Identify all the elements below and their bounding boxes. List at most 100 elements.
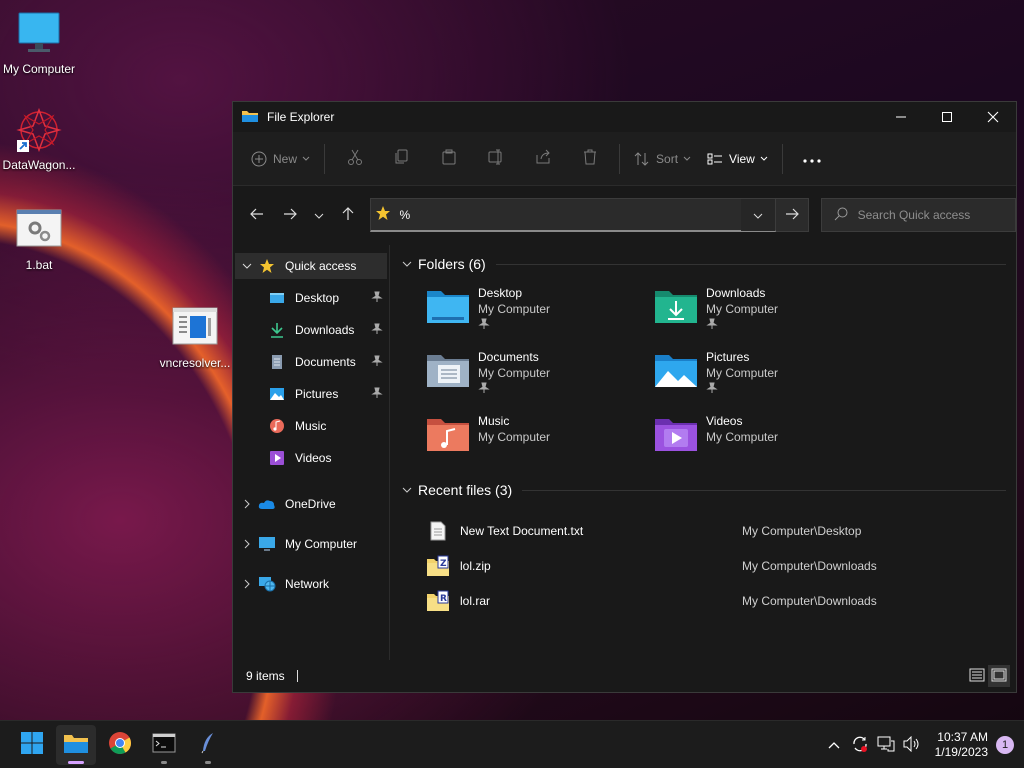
- rename-button[interactable]: [472, 143, 519, 175]
- chevron-right-icon[interactable]: [237, 539, 257, 549]
- folder-tile-pictures[interactable]: Pictures My Computer: [654, 345, 882, 409]
- start-button[interactable]: [12, 725, 52, 765]
- address-text[interactable]: %: [399, 208, 410, 222]
- sync-status-button[interactable]: [847, 735, 873, 756]
- sidebar-item-label: Quick access: [285, 259, 357, 273]
- search-icon: [834, 207, 848, 224]
- folder-tile-downloads[interactable]: Downloads My Computer: [654, 281, 882, 345]
- search-box[interactable]: [820, 198, 1016, 232]
- folder-tile-desktop[interactable]: Desktop My Computer: [426, 281, 654, 345]
- sidebar-item-onedrive[interactable]: OneDrive: [235, 491, 387, 517]
- title-bar[interactable]: File Explorer: [233, 102, 1016, 132]
- address-dropdown-button[interactable]: [740, 199, 775, 231]
- svg-text:Z: Z: [440, 559, 447, 569]
- folder-tile-videos[interactable]: Videos My Computer: [654, 409, 882, 473]
- address-bar[interactable]: %: [370, 198, 776, 232]
- notification-badge[interactable]: 1: [996, 736, 1014, 754]
- folder-app-icon: [241, 108, 259, 127]
- share-button[interactable]: [519, 143, 566, 175]
- pin-icon: [478, 318, 550, 333]
- show-hidden-icons-button[interactable]: [821, 738, 847, 752]
- sidebar-item-pictures[interactable]: Pictures: [235, 381, 387, 407]
- arrow-left-icon: [250, 208, 264, 223]
- go-button[interactable]: [775, 198, 809, 232]
- folder-name: Downloads: [706, 286, 766, 300]
- more-options-button[interactable]: [789, 143, 836, 175]
- copy-button[interactable]: [378, 143, 425, 175]
- folder-name: Desktop: [478, 286, 523, 300]
- list-item[interactable]: New Text Document.txt My Computer\Deskto…: [426, 513, 1016, 548]
- folder-name: Videos: [706, 414, 743, 428]
- view-button-label: View: [729, 151, 755, 166]
- maximize-button[interactable]: [924, 102, 970, 132]
- recent-locations-button[interactable]: [307, 200, 332, 230]
- volume-button[interactable]: [899, 735, 925, 755]
- new-button[interactable]: New: [243, 143, 318, 175]
- list-item[interactable]: R lol.rar My Computer\Downloads: [426, 583, 1016, 618]
- sidebar-item-my-computer[interactable]: My Computer: [235, 531, 387, 557]
- speaker-icon: [903, 735, 921, 755]
- chevron-down-icon[interactable]: [237, 263, 257, 269]
- delete-button[interactable]: [566, 143, 613, 175]
- taskbar-chrome[interactable]: [100, 725, 140, 765]
- recent-files-section-header[interactable]: Recent files (3): [398, 477, 1016, 503]
- documents-folder-icon: [426, 351, 470, 391]
- network-status-button[interactable]: [873, 736, 899, 755]
- view-button[interactable]: View: [699, 143, 776, 175]
- chevron-down-icon[interactable]: [398, 261, 416, 267]
- taskbar-terminal[interactable]: [144, 725, 184, 765]
- folders-section-title: Folders (6): [418, 256, 486, 272]
- recent-files-list: New Text Document.txt My Computer\Deskto…: [426, 513, 1016, 618]
- folder-tile-music[interactable]: Music My Computer: [426, 409, 654, 473]
- details-view-button[interactable]: [966, 665, 988, 687]
- sidebar-item-downloads[interactable]: Downloads: [235, 317, 387, 343]
- rar-archive-icon: R: [426, 589, 450, 613]
- clock[interactable]: 10:37 AM 1/19/2023: [935, 730, 988, 760]
- windows-logo-icon: [20, 731, 44, 758]
- forward-button[interactable]: [274, 200, 307, 230]
- back-button[interactable]: [241, 200, 274, 230]
- navigation-pane: Quick access Desktop Downloads Documents…: [233, 245, 390, 660]
- taskbar: 10:37 AM 1/19/2023 1: [0, 720, 1024, 768]
- minimize-button[interactable]: [878, 102, 924, 132]
- clock-date: 1/19/2023: [934, 745, 988, 759]
- monitor-icon: [15, 10, 63, 58]
- desktop-icon-my-computer[interactable]: My Computer: [0, 10, 78, 76]
- sidebar-item-documents[interactable]: Documents: [235, 349, 387, 375]
- taskbar-file-explorer[interactable]: [56, 724, 96, 765]
- chevron-right-icon[interactable]: [237, 579, 257, 589]
- list-item[interactable]: Z lol.zip My Computer\Downloads: [426, 548, 1016, 583]
- taskbar-pen-app[interactable]: [188, 725, 228, 765]
- sidebar-item-network[interactable]: Network: [235, 571, 387, 597]
- rename-icon: [488, 149, 504, 168]
- content-pane: Folders (6) Desktop My Computer Download…: [390, 245, 1016, 660]
- sidebar-item-quick-access[interactable]: Quick access: [235, 253, 387, 279]
- sidebar-item-desktop[interactable]: Desktop: [235, 285, 387, 311]
- folders-section-header[interactable]: Folders (6): [398, 251, 1016, 277]
- desktop-icon-datawagon[interactable]: DataWagon...: [0, 106, 78, 172]
- up-button[interactable]: [332, 200, 365, 230]
- search-input[interactable]: [857, 208, 1008, 222]
- pin-icon: [371, 323, 383, 338]
- sidebar-item-label: OneDrive: [285, 497, 336, 511]
- chevron-down-icon[interactable]: [398, 487, 416, 493]
- paste-button[interactable]: [425, 143, 472, 175]
- folder-location: My Computer: [478, 430, 551, 444]
- sync-error-icon: [851, 735, 869, 756]
- item-count: 9 items: [246, 669, 285, 683]
- desktop-icon-vncresolver[interactable]: vncresolver...: [156, 304, 234, 370]
- sidebar-item-videos[interactable]: Videos: [235, 445, 387, 471]
- tiles-view-button[interactable]: [988, 665, 1010, 687]
- toolbar-divider: [619, 143, 621, 174]
- folder-tile-documents[interactable]: Documents My Computer: [426, 345, 654, 409]
- cut-button[interactable]: [331, 143, 378, 175]
- sidebar-item-label: Desktop: [295, 291, 340, 305]
- details-view-icon: [969, 668, 985, 685]
- close-button[interactable]: [970, 102, 1016, 132]
- star-icon: [375, 205, 391, 224]
- sort-button[interactable]: Sort: [626, 143, 699, 175]
- sidebar-item-music[interactable]: Music: [235, 413, 387, 439]
- chevron-right-icon[interactable]: [237, 499, 257, 509]
- desktop-icon-1-bat[interactable]: 1.bat: [0, 206, 78, 272]
- folder-location: My Computer: [478, 366, 551, 380]
